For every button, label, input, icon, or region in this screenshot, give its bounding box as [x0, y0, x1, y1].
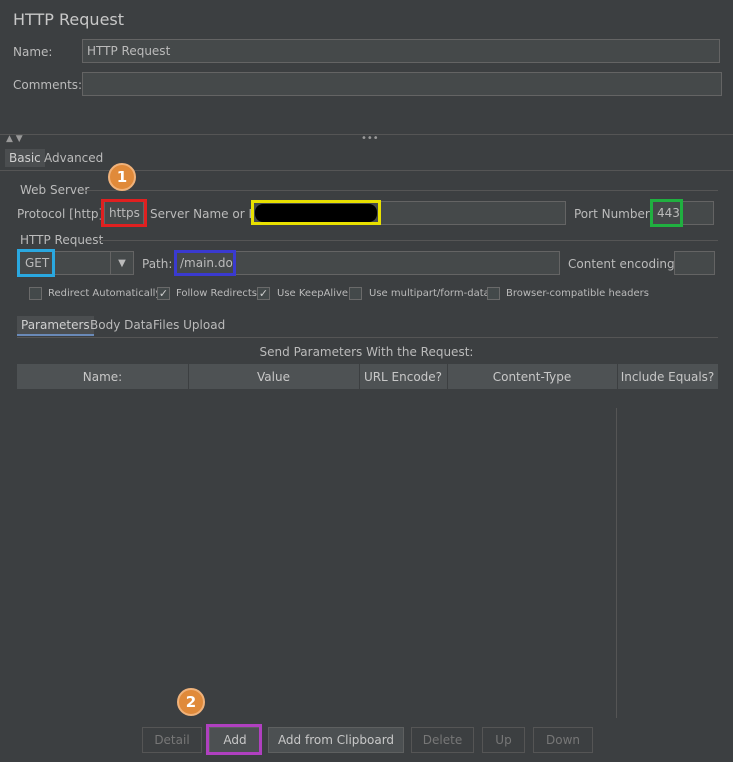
web-server-divider	[84, 190, 718, 191]
browser-headers-label: Browser-compatible headers	[506, 288, 649, 299]
comments-label: Comments:	[13, 78, 83, 92]
redirect-auto-checkbox[interactable]	[29, 287, 42, 300]
add-highlight	[206, 724, 262, 755]
web-server-section-label: Web Server	[20, 183, 90, 197]
redirect-auto-label: Redirect Automatically	[48, 288, 162, 299]
port-highlight	[650, 199, 683, 227]
col-include-equals[interactable]: Include Equals?	[617, 364, 718, 389]
http-request-divider	[98, 240, 718, 241]
detail-button[interactable]: Detail	[142, 727, 202, 753]
params-table-header: Name: Value URL Encode? Content-Type Inc…	[17, 364, 718, 389]
sub-tabs-divider	[17, 337, 718, 338]
collapse-arrows-icon[interactable]: ▲ ▼	[6, 134, 23, 144]
tab-parameters[interactable]: Parameters	[17, 316, 94, 336]
keepalive-checkbox[interactable]: ✓	[257, 287, 270, 300]
col-content-type[interactable]: Content-Type	[447, 364, 618, 389]
path-label: Path:	[142, 257, 173, 271]
port-label: Port Number:	[574, 207, 654, 221]
up-button[interactable]: Up	[482, 727, 525, 753]
method-highlight	[17, 249, 55, 277]
page-title: HTTP Request	[13, 10, 125, 29]
table-scroll-divider	[616, 408, 617, 718]
protocol-label: Protocol [http]:	[17, 207, 108, 221]
delete-button[interactable]: Delete	[411, 727, 474, 753]
path-highlight	[174, 250, 236, 276]
params-table-body[interactable]	[17, 389, 718, 719]
down-button[interactable]: Down	[533, 727, 593, 753]
content-encoding-field[interactable]	[674, 251, 715, 275]
content-encoding-label: Content encoding:	[568, 257, 679, 271]
col-url-encode[interactable]: URL Encode?	[359, 364, 448, 389]
add-from-clipboard-button[interactable]: Add from Clipboard	[268, 727, 404, 753]
tab-body-data[interactable]: Body Data	[86, 316, 157, 334]
annotation-badge-1: 1	[108, 163, 136, 191]
follow-redirects-label: Follow Redirects	[176, 288, 257, 299]
multipart-label: Use multipart/form-data	[369, 288, 490, 299]
http-request-section-label: HTTP Request	[20, 233, 104, 247]
browser-headers-checkbox[interactable]	[487, 287, 500, 300]
protocol-highlight	[101, 199, 147, 227]
chevron-down-icon[interactable]: ▼	[110, 252, 133, 274]
annotation-badge-2: 2	[177, 688, 205, 716]
params-caption: Send Parameters With the Request:	[259, 345, 474, 359]
col-name[interactable]: Name:	[17, 364, 189, 389]
keepalive-label: Use KeepAlive	[277, 288, 349, 299]
tab-files-upload[interactable]: Files Upload	[149, 316, 229, 334]
col-value[interactable]: Value	[188, 364, 360, 389]
multipart-checkbox[interactable]	[349, 287, 362, 300]
tab-advanced[interactable]: Advanced	[40, 149, 107, 167]
comments-field[interactable]	[82, 72, 722, 96]
name-label: Name:	[13, 45, 53, 59]
server-label: Server Name or IP:	[150, 207, 264, 221]
tab-basic[interactable]: Basic	[5, 149, 45, 167]
name-field[interactable]: HTTP Request	[82, 39, 720, 63]
server-highlight	[251, 200, 381, 225]
follow-redirects-checkbox[interactable]: ✓	[157, 287, 170, 300]
drag-handle-icon[interactable]: •••	[361, 133, 379, 144]
